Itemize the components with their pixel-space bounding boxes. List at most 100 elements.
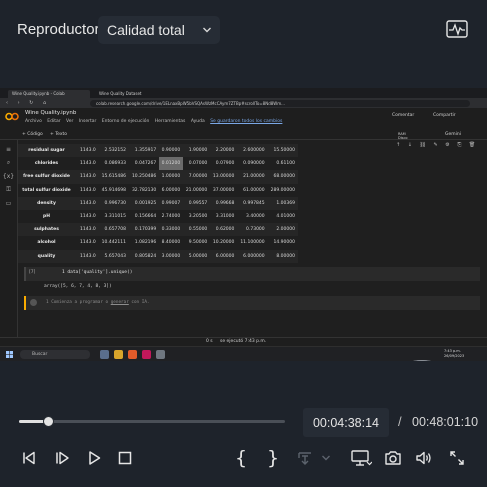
brave-browser-icon <box>128 350 137 359</box>
step-forward-icon <box>56 451 69 465</box>
code-cell: [7] 1 data['quality'].unique() <box>24 267 480 281</box>
row-label: chlorides <box>34 161 59 167</box>
table-cell: 61.00000 <box>243 187 265 193</box>
table-cell: 1143.0 <box>80 161 96 167</box>
files-icon: ▭ <box>5 200 12 207</box>
waveform-icon[interactable] <box>446 20 468 38</box>
timeline-scrubber[interactable] <box>19 416 285 428</box>
timeline-track[interactable] <box>19 420 285 423</box>
row-label: alcohol <box>37 240 56 246</box>
table-cell: 1143.0 <box>78 223 99 237</box>
variables-icon: {x} <box>2 173 15 180</box>
table-cell: 9.50000 <box>188 240 208 246</box>
stop-icon <box>118 451 132 465</box>
volume-button[interactable] <box>414 448 434 468</box>
describe-table: residual sugar 1143.0 2.532152 1.355917 0.90… <box>18 144 298 263</box>
table-cell: 6.00000 <box>161 187 181 193</box>
table-row: free sulfur dioxide 1143.0 15.615486 10.250… <box>18 170 298 184</box>
table-cell: 1143.0 <box>80 187 96 193</box>
notebook-name: Wine Quality.ipynb <box>25 110 77 116</box>
table-row: residual sugar 1143.0 2.532152 1.355917 0.90… <box>18 144 298 158</box>
expand-icon <box>450 451 464 465</box>
player-title: Reproductor <box>17 21 100 38</box>
browser-tab-bar: Wine Quality.ipynb - Colab Wine Quality … <box>0 88 487 98</box>
file-explorer-icon <box>114 350 123 359</box>
snapshot-button[interactable] <box>383 448 403 468</box>
add-code-button: + Código <box>22 132 43 137</box>
clip-insert-icon <box>298 452 311 465</box>
mark-out-button[interactable]: } <box>263 448 283 468</box>
table-row: total sulfur dioxide 1143.0 45.914698 32.78… <box>18 184 298 197</box>
table-cell: 0.657708 <box>98 223 130 237</box>
table-cell: 0.99668 <box>210 196 238 210</box>
quality-dropdown-label: Calidad total <box>107 22 185 38</box>
current-time[interactable]: 00:04:38:14 <box>303 408 389 437</box>
table-cell: 6.000000 <box>237 249 268 263</box>
step-back-icon <box>23 451 35 465</box>
table-cell: 2.00000 <box>267 223 298 237</box>
taskbar-search: Buscar <box>20 350 90 359</box>
table-cell: 10.20000 <box>212 240 235 246</box>
table-cell: 1.355917 <box>129 144 160 158</box>
table-cell: 0.01200 <box>159 157 184 171</box>
time-separator: / <box>398 414 402 429</box>
fullscreen-button[interactable] <box>447 448 467 468</box>
table-cell: 0.805824 <box>129 249 160 263</box>
table-cell: 14.90000 <box>273 240 295 246</box>
share-button: Compartir <box>433 113 456 118</box>
stop-button[interactable] <box>115 448 135 468</box>
media-app-icon <box>142 350 151 359</box>
table-cell: 1143.0 <box>78 144 99 158</box>
run-cell-icon <box>30 299 37 306</box>
previous-frame-button[interactable] <box>19 448 39 468</box>
table-cell: 3.40000 <box>246 214 265 220</box>
menu-item: Ayuda <box>190 119 205 124</box>
display-button[interactable] <box>350 448 372 468</box>
browser-nav-icons: ‹ › ↻ ⌂ <box>6 100 51 106</box>
timeline-handle[interactable] <box>43 416 54 427</box>
menu-item: Archivo <box>25 119 42 124</box>
table-cell: 0.07900 <box>215 161 235 167</box>
saved-notice: Se guardaron todos los cambios <box>210 119 283 124</box>
row-label: residual sugar <box>18 144 78 158</box>
table-cell: 10.442111 <box>101 240 127 246</box>
colab-header: Wine Quality.ipynb Archivo Editar Ver In… <box>0 108 487 130</box>
video-frame[interactable]: Wine Quality.ipynb - Colab Wine Quality … <box>0 88 487 361</box>
table-cell: 0.07000 <box>188 161 208 167</box>
exec-time: 0 s <box>206 339 213 344</box>
table-cell: 8.00000 <box>267 249 298 263</box>
table-cell: 1143.0 <box>78 170 99 184</box>
table-cell: 1143.0 <box>80 240 96 246</box>
colab-sidebar: ≡ ⌕ {x} ⚿ ▭ <box>0 140 18 340</box>
row-label: sulphates <box>18 223 78 237</box>
table-cell: 1143.0 <box>78 196 99 210</box>
colab-status-bar: 0 s se ejecutó 7:43 p.m. <box>0 337 487 346</box>
table-cell: 0.156664 <box>134 214 157 220</box>
taskbar-app-icons <box>100 350 165 359</box>
clip-dropdown-button <box>296 448 332 468</box>
table-cell: 4.01000 <box>276 214 295 220</box>
table-cell: 0.99557 <box>183 196 211 210</box>
chevron-down-icon <box>203 27 211 33</box>
next-frame-button[interactable] <box>52 448 72 468</box>
mark-in-button[interactable]: { <box>231 448 251 468</box>
settings-app-icon <box>156 350 165 359</box>
play-button[interactable] <box>84 448 104 468</box>
table-row: quality 1143.0 5.657043 0.805824 3.00000 5.00… <box>18 249 298 263</box>
table-cell: 15.50000 <box>267 144 298 158</box>
menu-item: Entorno de ejecución <box>101 119 150 124</box>
table-cell: 68.00000 <box>267 170 298 184</box>
table-cell: 0.73000 <box>237 223 268 237</box>
table-cell: 2.20000 <box>210 144 238 158</box>
table-cell: 5.00000 <box>183 249 211 263</box>
table-cell: 2.532152 <box>98 144 130 158</box>
comment-button: Comentar <box>392 113 415 118</box>
table-cell: 0.90000 <box>159 144 184 158</box>
player-header: Reproductor Calidad total <box>0 0 487 60</box>
row-label: free sulfur dioxide <box>18 170 78 184</box>
row-label: density <box>18 196 78 210</box>
row-label: quality <box>18 249 78 263</box>
os-taskbar: Buscar 7:43 p.m. 26/09/2023 <box>0 346 487 361</box>
taskbar-clock: 7:43 p.m. 26/09/2023 <box>444 349 465 358</box>
quality-dropdown[interactable]: Calidad total <box>98 16 220 44</box>
